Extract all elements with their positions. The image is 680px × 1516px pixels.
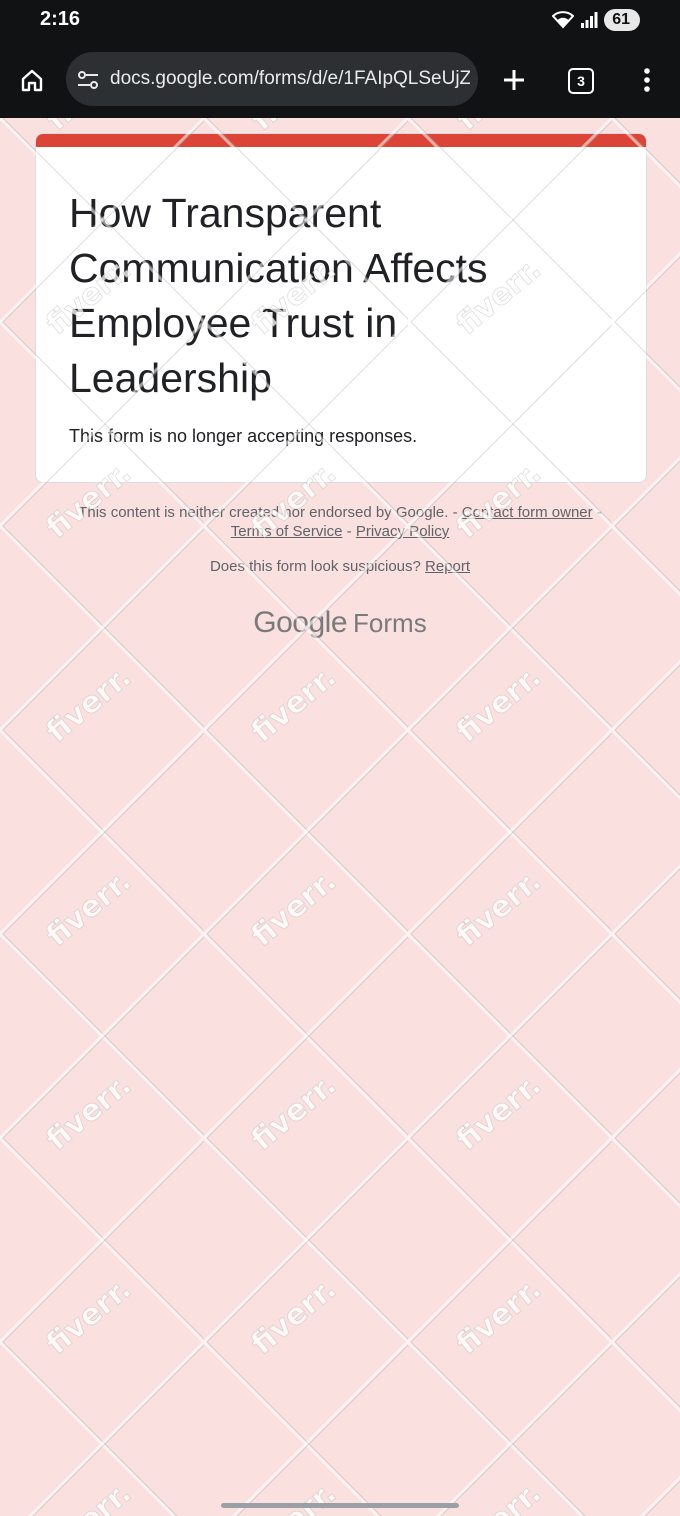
watermark-text: fiverr.: [450, 1272, 548, 1362]
watermark-text: fiverr.: [245, 864, 343, 954]
new-tab-button[interactable]: [498, 64, 530, 96]
terms-link[interactable]: Terms of Service: [231, 523, 343, 540]
watermark-text: fiverr.: [450, 864, 548, 954]
watermark-text: fiverr.: [40, 1476, 138, 1516]
disclaimer-text: This content is neither created nor endo…: [78, 504, 449, 521]
form-header-card: How Transparent Communication Affects Em…: [35, 133, 647, 483]
watermark-text: fiverr.: [245, 1068, 343, 1158]
form-footer: This content is neither created nor endo…: [0, 503, 680, 576]
brand-forms: Forms: [353, 608, 427, 638]
tab-switcher-button[interactable]: 3: [568, 68, 594, 94]
url-text: docs.google.com/forms/d/e/1FAIpQLSeUjZvc…: [110, 68, 470, 89]
form-title: How Transparent Communication Affects Em…: [69, 190, 488, 401]
separator: -: [448, 504, 462, 521]
report-line: Does this form look suspicious? Report: [0, 557, 680, 576]
closed-message: This form is no longer accepting respons…: [69, 426, 418, 446]
site-settings-icon[interactable]: [76, 68, 100, 92]
wifi-icon: [552, 11, 575, 29]
battery-indicator: 61: [604, 9, 640, 31]
home-icon: [21, 69, 43, 92]
gesture-navigation-bar[interactable]: [221, 1503, 459, 1508]
more-menu-button[interactable]: [636, 64, 658, 96]
watermark-text: fiverr.: [40, 864, 138, 954]
more-vert-icon: [644, 68, 650, 92]
watermark-text: fiverr.: [245, 1272, 343, 1362]
google-forms-logo[interactable]: Google Forms: [0, 606, 680, 640]
signal-icon: [581, 12, 598, 28]
watermark-text: fiverr.: [450, 1068, 548, 1158]
contact-owner-link[interactable]: Contact form owner: [462, 504, 593, 521]
separator: -: [342, 523, 356, 540]
status-icons: 61: [552, 9, 640, 31]
watermark-text: fiverr.: [245, 1476, 343, 1516]
privacy-link[interactable]: Privacy Policy: [356, 523, 449, 540]
watermark-text: fiverr.: [40, 1068, 138, 1158]
disclaimer-line: This content is neither created nor endo…: [0, 503, 680, 522]
policy-line: Terms of Service - Privacy Policy: [0, 522, 680, 541]
status-time: 2:16: [40, 8, 81, 30]
home-button[interactable]: [16, 64, 48, 96]
address-bar[interactable]: docs.google.com/forms/d/e/1FAIpQLSeUjZvc…: [66, 52, 478, 106]
watermark-text: fiverr.: [40, 1272, 138, 1362]
watermark-text: fiverr.: [40, 660, 138, 750]
watermark-text: fiverr.: [450, 660, 548, 750]
form-accent-bar: [36, 134, 646, 147]
watermark-text: fiverr.: [450, 1476, 548, 1516]
report-link[interactable]: Report: [425, 558, 470, 575]
separator: -: [592, 504, 602, 521]
status-bar: 2:16 61: [0, 0, 680, 40]
plus-icon: [504, 70, 524, 90]
watermark-text: fiverr.: [245, 660, 343, 750]
suspicious-question: Does this form look suspicious?: [209, 558, 426, 575]
browser-toolbar: docs.google.com/forms/d/e/1FAIpQLSeUjZvc…: [0, 40, 680, 118]
brand-google: Google: [253, 606, 348, 639]
